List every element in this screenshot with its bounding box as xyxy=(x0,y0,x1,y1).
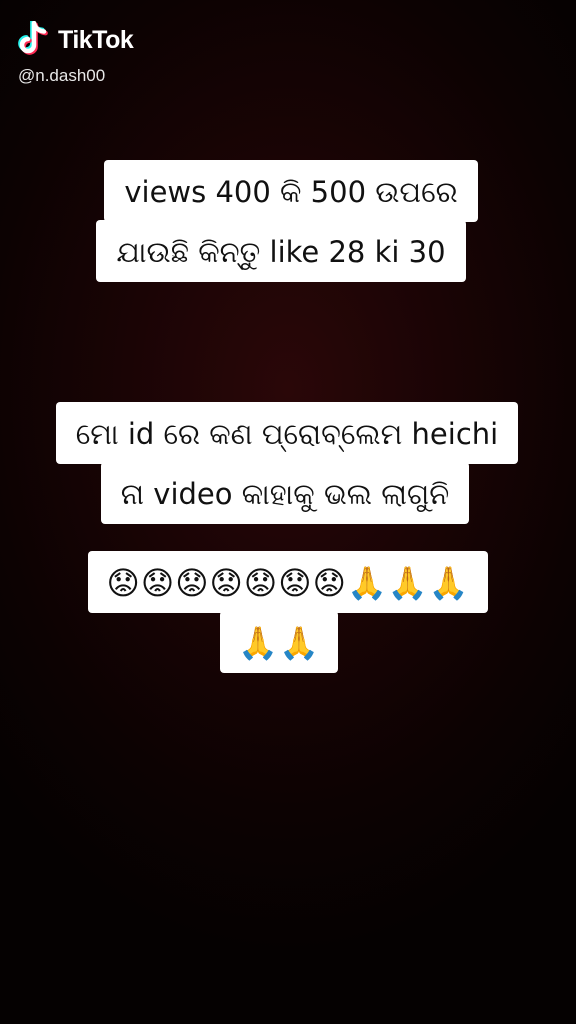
caption-line: ଯାଉଛି କିନ୍ତୁ like 28 ki 30 xyxy=(96,220,466,282)
emoji-caption-line: 🙏🙏 xyxy=(220,611,338,673)
tiktok-note-icon xyxy=(18,21,48,55)
caption-line: views 400 କି 500 ଉପରେ xyxy=(104,160,478,222)
caption-line: ନା video କାହାକୁ ଭଲ ଲାଗୁନି xyxy=(100,462,470,524)
tiktok-wordmark: TikTok xyxy=(58,25,134,54)
creator-handle: @n.dash00 xyxy=(18,66,106,85)
caption-box-views: views 400 କି 500 ଉପରେ ଯାଉଛି କିନ୍ତୁ like … xyxy=(0,160,576,282)
caption-box-emojis: 😟😟😟😟😟😟😟🙏🙏🙏 🙏🙏 xyxy=(0,551,576,673)
emoji-caption-line: 😟😟😟😟😟😟😟🙏🙏🙏 xyxy=(88,551,488,613)
caption-line: ମୋ id ରେ କଣ ପ୍ରୋବ୍ଲେମ heichi xyxy=(55,402,519,464)
caption-box-problem: ମୋ id ରେ କଣ ପ୍ରୋବ୍ଲେମ heichi ନା video କା… xyxy=(0,402,576,524)
tiktok-logo: TikTok xyxy=(18,20,134,60)
